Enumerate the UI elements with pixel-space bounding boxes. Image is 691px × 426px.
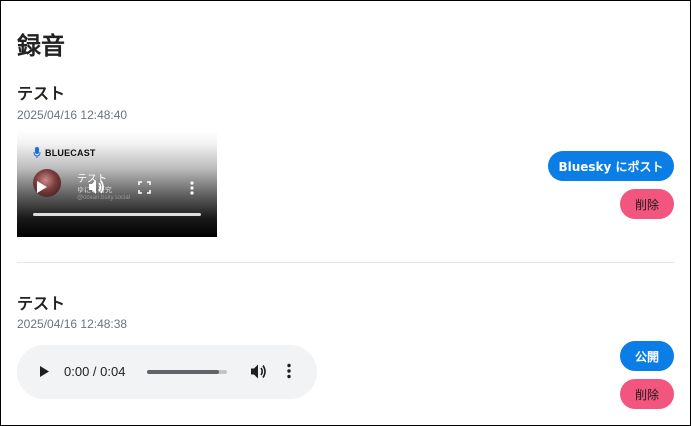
video-progress-bar[interactable] xyxy=(33,213,201,216)
recording-date: 2025/04/16 12:48:38 xyxy=(17,317,128,331)
delete-button[interactable]: 削除 xyxy=(620,379,674,409)
play-icon[interactable] xyxy=(39,365,50,378)
more-options-icon[interactable] xyxy=(287,363,291,379)
audio-progress-bar[interactable] xyxy=(147,370,227,374)
page-title: 録音 xyxy=(17,32,65,60)
audio-progress-fill xyxy=(147,370,219,374)
video-handle: @ocean.bsky.social xyxy=(77,195,131,201)
more-options-icon[interactable] xyxy=(190,181,194,195)
delete-button[interactable]: 削除 xyxy=(620,189,674,219)
audio-player[interactable]: 0:00 / 0:04 xyxy=(17,345,317,399)
fullscreen-icon[interactable] xyxy=(138,181,151,194)
recording-title: テスト xyxy=(17,294,66,313)
audio-time: 0:00 / 0:04 xyxy=(64,364,126,379)
video-player[interactable]: BLUECAST テスト ゆにこ研究 @ocean.bsky.social xyxy=(17,131,217,237)
publish-button[interactable]: 公開 xyxy=(620,341,674,371)
post-to-bluesky-button[interactable]: Bluesky にポスト xyxy=(548,151,674,181)
recording-date: 2025/04/16 12:48:40 xyxy=(17,108,128,122)
divider xyxy=(17,262,674,263)
recording-title: テスト xyxy=(17,84,66,103)
volume-icon[interactable] xyxy=(250,363,268,380)
play-icon[interactable] xyxy=(36,180,48,194)
volume-icon[interactable] xyxy=(88,179,106,195)
mic-icon xyxy=(33,147,41,158)
brand-label: BLUECAST xyxy=(45,148,96,158)
